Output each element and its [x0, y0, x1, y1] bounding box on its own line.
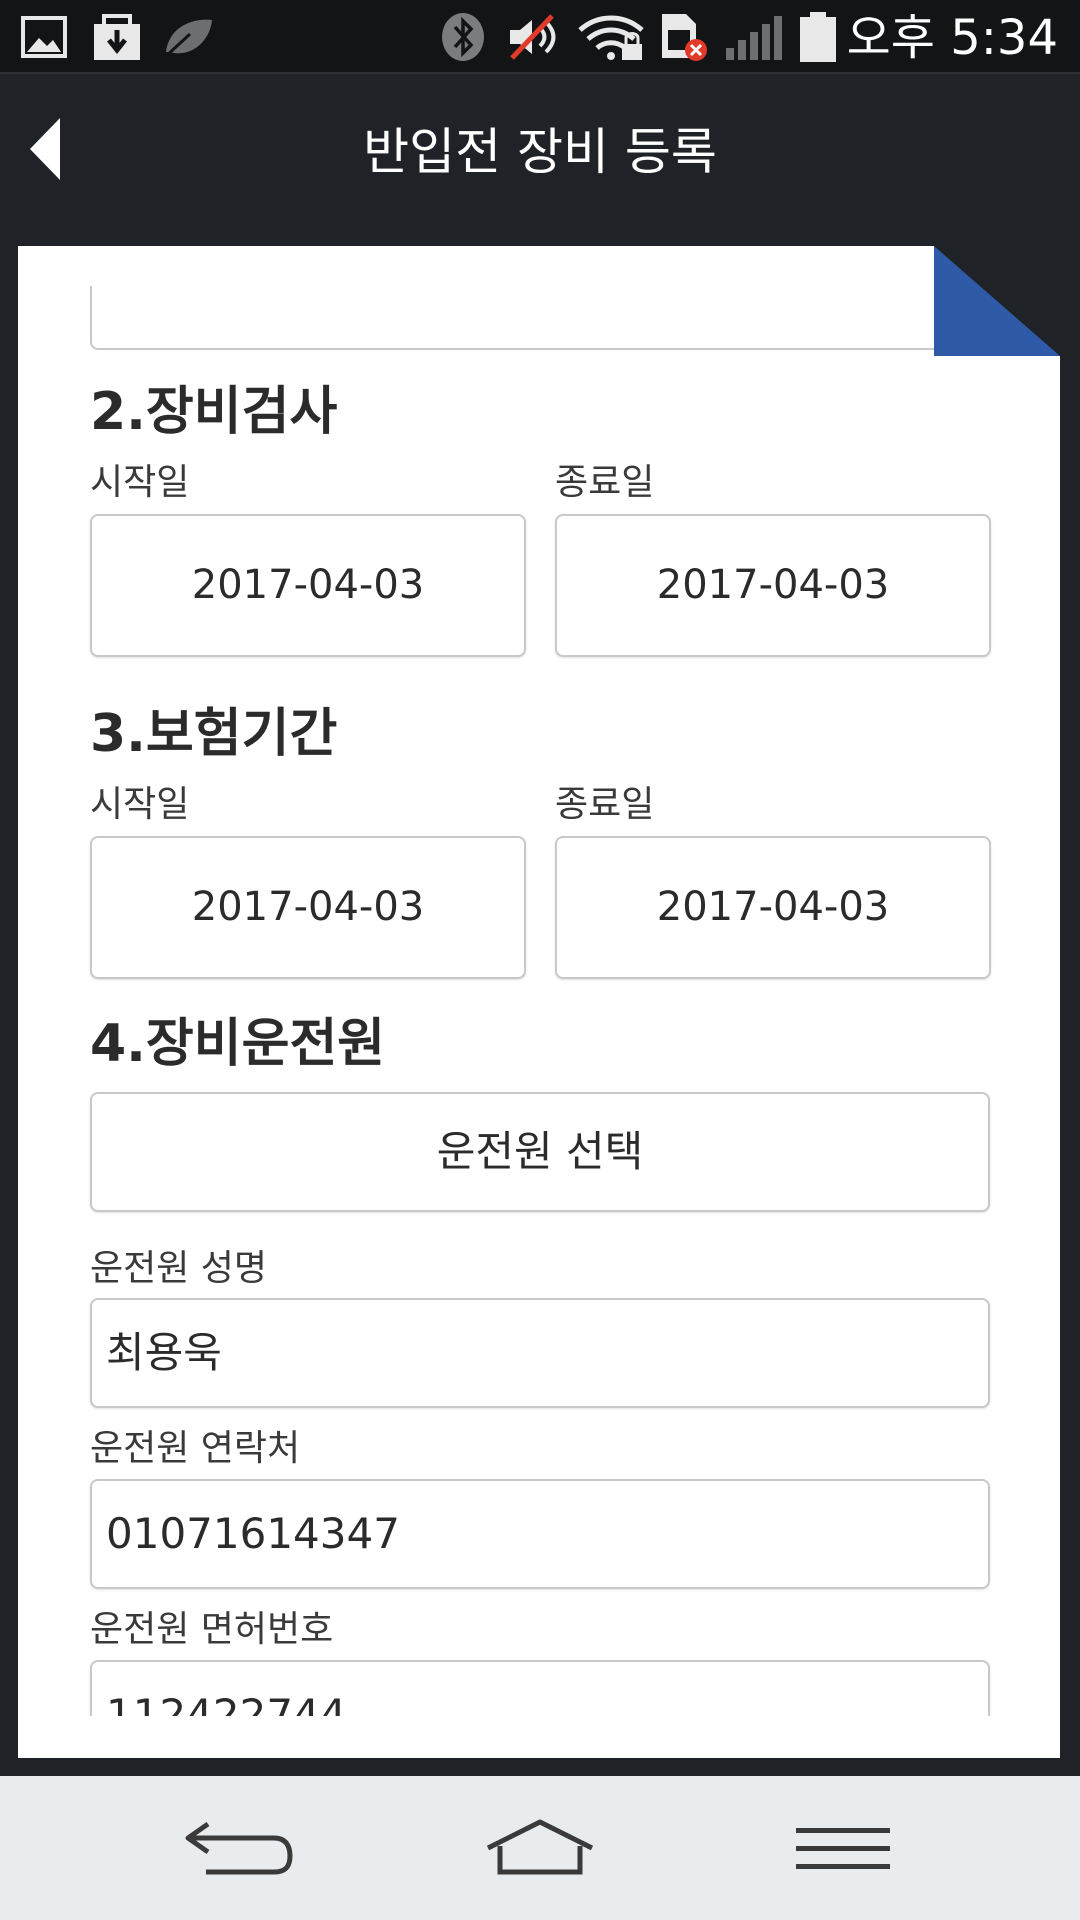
insurance-start-label: 시작일: [90, 784, 190, 825]
driver-license-label: 운전원 면허번호: [90, 1609, 334, 1650]
page-title: 반입전 장비 등록: [363, 123, 717, 181]
leaf-icon: [162, 19, 212, 60]
insurance-start-date[interactable]: 2017-04-03: [90, 836, 526, 979]
status-bar: 오후 5:34: [0, 0, 1080, 74]
back-icon[interactable]: [178, 1810, 298, 1890]
driver-license-input[interactable]: 112422744: [90, 1660, 990, 1716]
inspection-end-date[interactable]: 2017-04-03: [555, 514, 991, 657]
insurance-end-label: 종료일: [555, 784, 655, 825]
section-title-insurance: 3.보험기간: [90, 704, 338, 764]
inspection-end-label: 종료일: [555, 462, 655, 503]
form-card: 2.장비검사 시작일 종료일 2017-04-03 2017-04-03 3.보…: [18, 246, 1060, 1758]
driver-select-button[interactable]: 운전원 선택: [90, 1092, 990, 1212]
gallery-icon: [21, 16, 67, 58]
inspection-start-label: 시작일: [90, 462, 190, 503]
status-time: 오후 5:34: [846, 10, 1058, 66]
driver-phone-input[interactable]: 01071614347: [90, 1479, 990, 1589]
download-icon: [94, 14, 140, 60]
bluetooth-icon: [442, 13, 484, 61]
sim-error-icon: [662, 14, 707, 61]
app-header: 반입전 장비 등록: [0, 76, 1080, 246]
home-icon[interactable]: [480, 1810, 600, 1890]
driver-name-input[interactable]: 최용욱: [90, 1298, 990, 1408]
insurance-end-date[interactable]: 2017-04-03: [555, 836, 991, 979]
corner-fold: [934, 246, 1060, 356]
inspection-start-date[interactable]: 2017-04-03: [90, 514, 526, 657]
wifi-lock-icon: [578, 15, 644, 60]
battery-icon: [800, 12, 836, 62]
form-scroll-area[interactable]: 2.장비검사 시작일 종료일 2017-04-03 2017-04-03 3.보…: [18, 246, 1060, 1716]
mute-icon: [510, 14, 556, 60]
navigation-bar: [0, 1776, 1080, 1920]
section-title-driver: 4.장비운전원: [90, 1014, 386, 1074]
driver-name-label: 운전원 성명: [90, 1248, 268, 1289]
section-title-inspection: 2.장비검사: [90, 382, 338, 442]
previous-field-edge: [90, 286, 990, 350]
signal-icon: [726, 16, 782, 60]
driver-phone-label: 운전원 연락처: [90, 1428, 301, 1469]
menu-icon[interactable]: [782, 1810, 902, 1890]
